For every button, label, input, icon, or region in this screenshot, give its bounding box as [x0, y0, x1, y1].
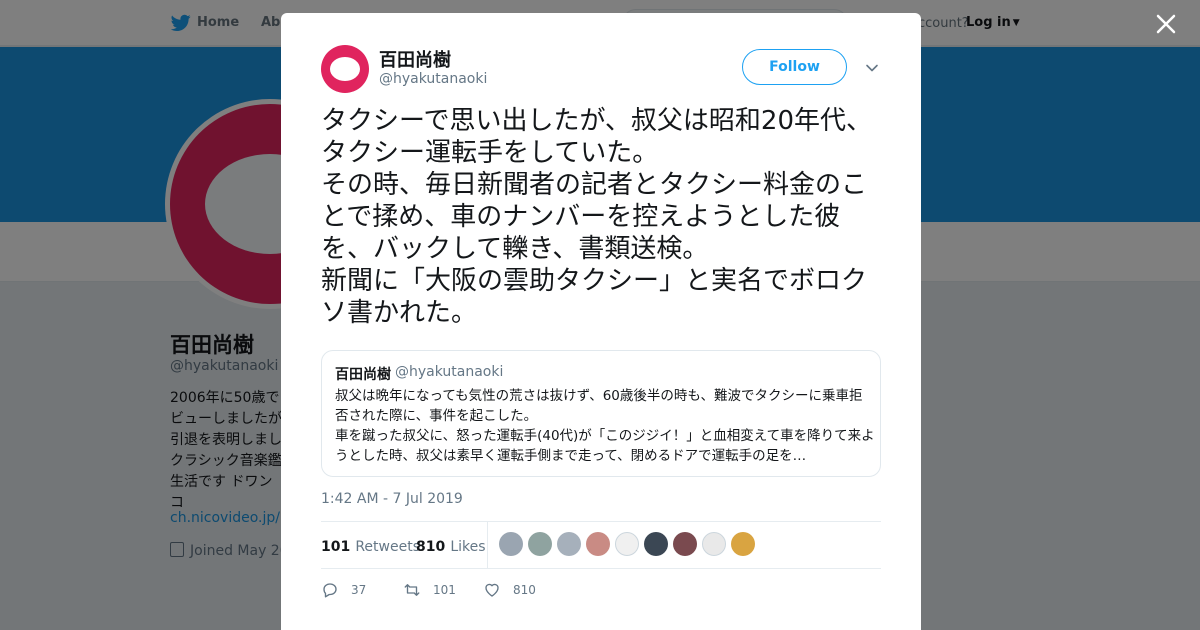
quoted-author-handle: @hyakutanaoki: [395, 364, 504, 380]
close-icon[interactable]: [1155, 13, 1177, 35]
tweet-text: タクシーで思い出したが、叔父は昭和20年代、タクシー運転手をしていた。 その時、…: [321, 106, 873, 328]
quoted-author-name: 百田尚樹: [335, 367, 391, 383]
retweets-count: 101: [321, 539, 351, 555]
liker-avatar[interactable]: [731, 532, 755, 556]
likes-label: Likes: [450, 539, 486, 555]
quoted-tweet[interactable]: 百田尚樹 @hyakutanaoki 叔父は晩年になっても気性の荒さは抜けず、6…: [321, 350, 881, 477]
retweet-icon: [404, 584, 420, 596]
liker-avatar[interactable]: [644, 532, 668, 556]
like-count: 810: [513, 583, 536, 597]
tweet-modal: 百田尚樹 @hyakutanaoki Follow タクシーで思い出したが、叔父…: [281, 13, 921, 630]
stats-divider: [487, 522, 488, 569]
reply-icon: [323, 583, 337, 598]
liker-avatar[interactable]: [499, 532, 523, 556]
liker-avatars: [499, 532, 755, 556]
like-button[interactable]: 810: [483, 581, 536, 599]
retweet-button[interactable]: 101: [403, 581, 456, 599]
liker-avatar[interactable]: [702, 532, 726, 556]
retweets-stat[interactable]: 101 Retweets: [321, 536, 420, 555]
liker-avatar[interactable]: [673, 532, 697, 556]
author-handle[interactable]: @hyakutanaoki: [379, 71, 487, 87]
quoted-tweet-text: 叔父は晩年になっても気性の荒さは抜けず、60歳後半の時も、難波でタクシーに乗車拒…: [335, 388, 875, 464]
retweets-label: Retweets: [355, 539, 420, 555]
reply-count: 37: [351, 583, 367, 597]
chevron-down-icon[interactable]: [865, 61, 879, 75]
author-avatar[interactable]: [321, 45, 369, 93]
liker-avatar[interactable]: [557, 532, 581, 556]
heart-icon: [485, 583, 499, 597]
follow-button[interactable]: Follow: [742, 49, 847, 85]
likes-stat[interactable]: 810 Likes: [416, 536, 486, 555]
liker-avatar[interactable]: [586, 532, 610, 556]
liker-avatar[interactable]: [528, 532, 552, 556]
author-name[interactable]: 百田尚樹: [379, 46, 451, 72]
tweet-stats: 101 Retweets 810 Likes: [321, 521, 881, 569]
retweet-count: 101: [433, 583, 456, 597]
tweet-timestamp[interactable]: 1:42 AM - 7 Jul 2019: [321, 491, 463, 507]
reply-button[interactable]: 37: [321, 581, 366, 599]
likes-count: 810: [416, 539, 446, 555]
liker-avatar[interactable]: [615, 532, 639, 556]
